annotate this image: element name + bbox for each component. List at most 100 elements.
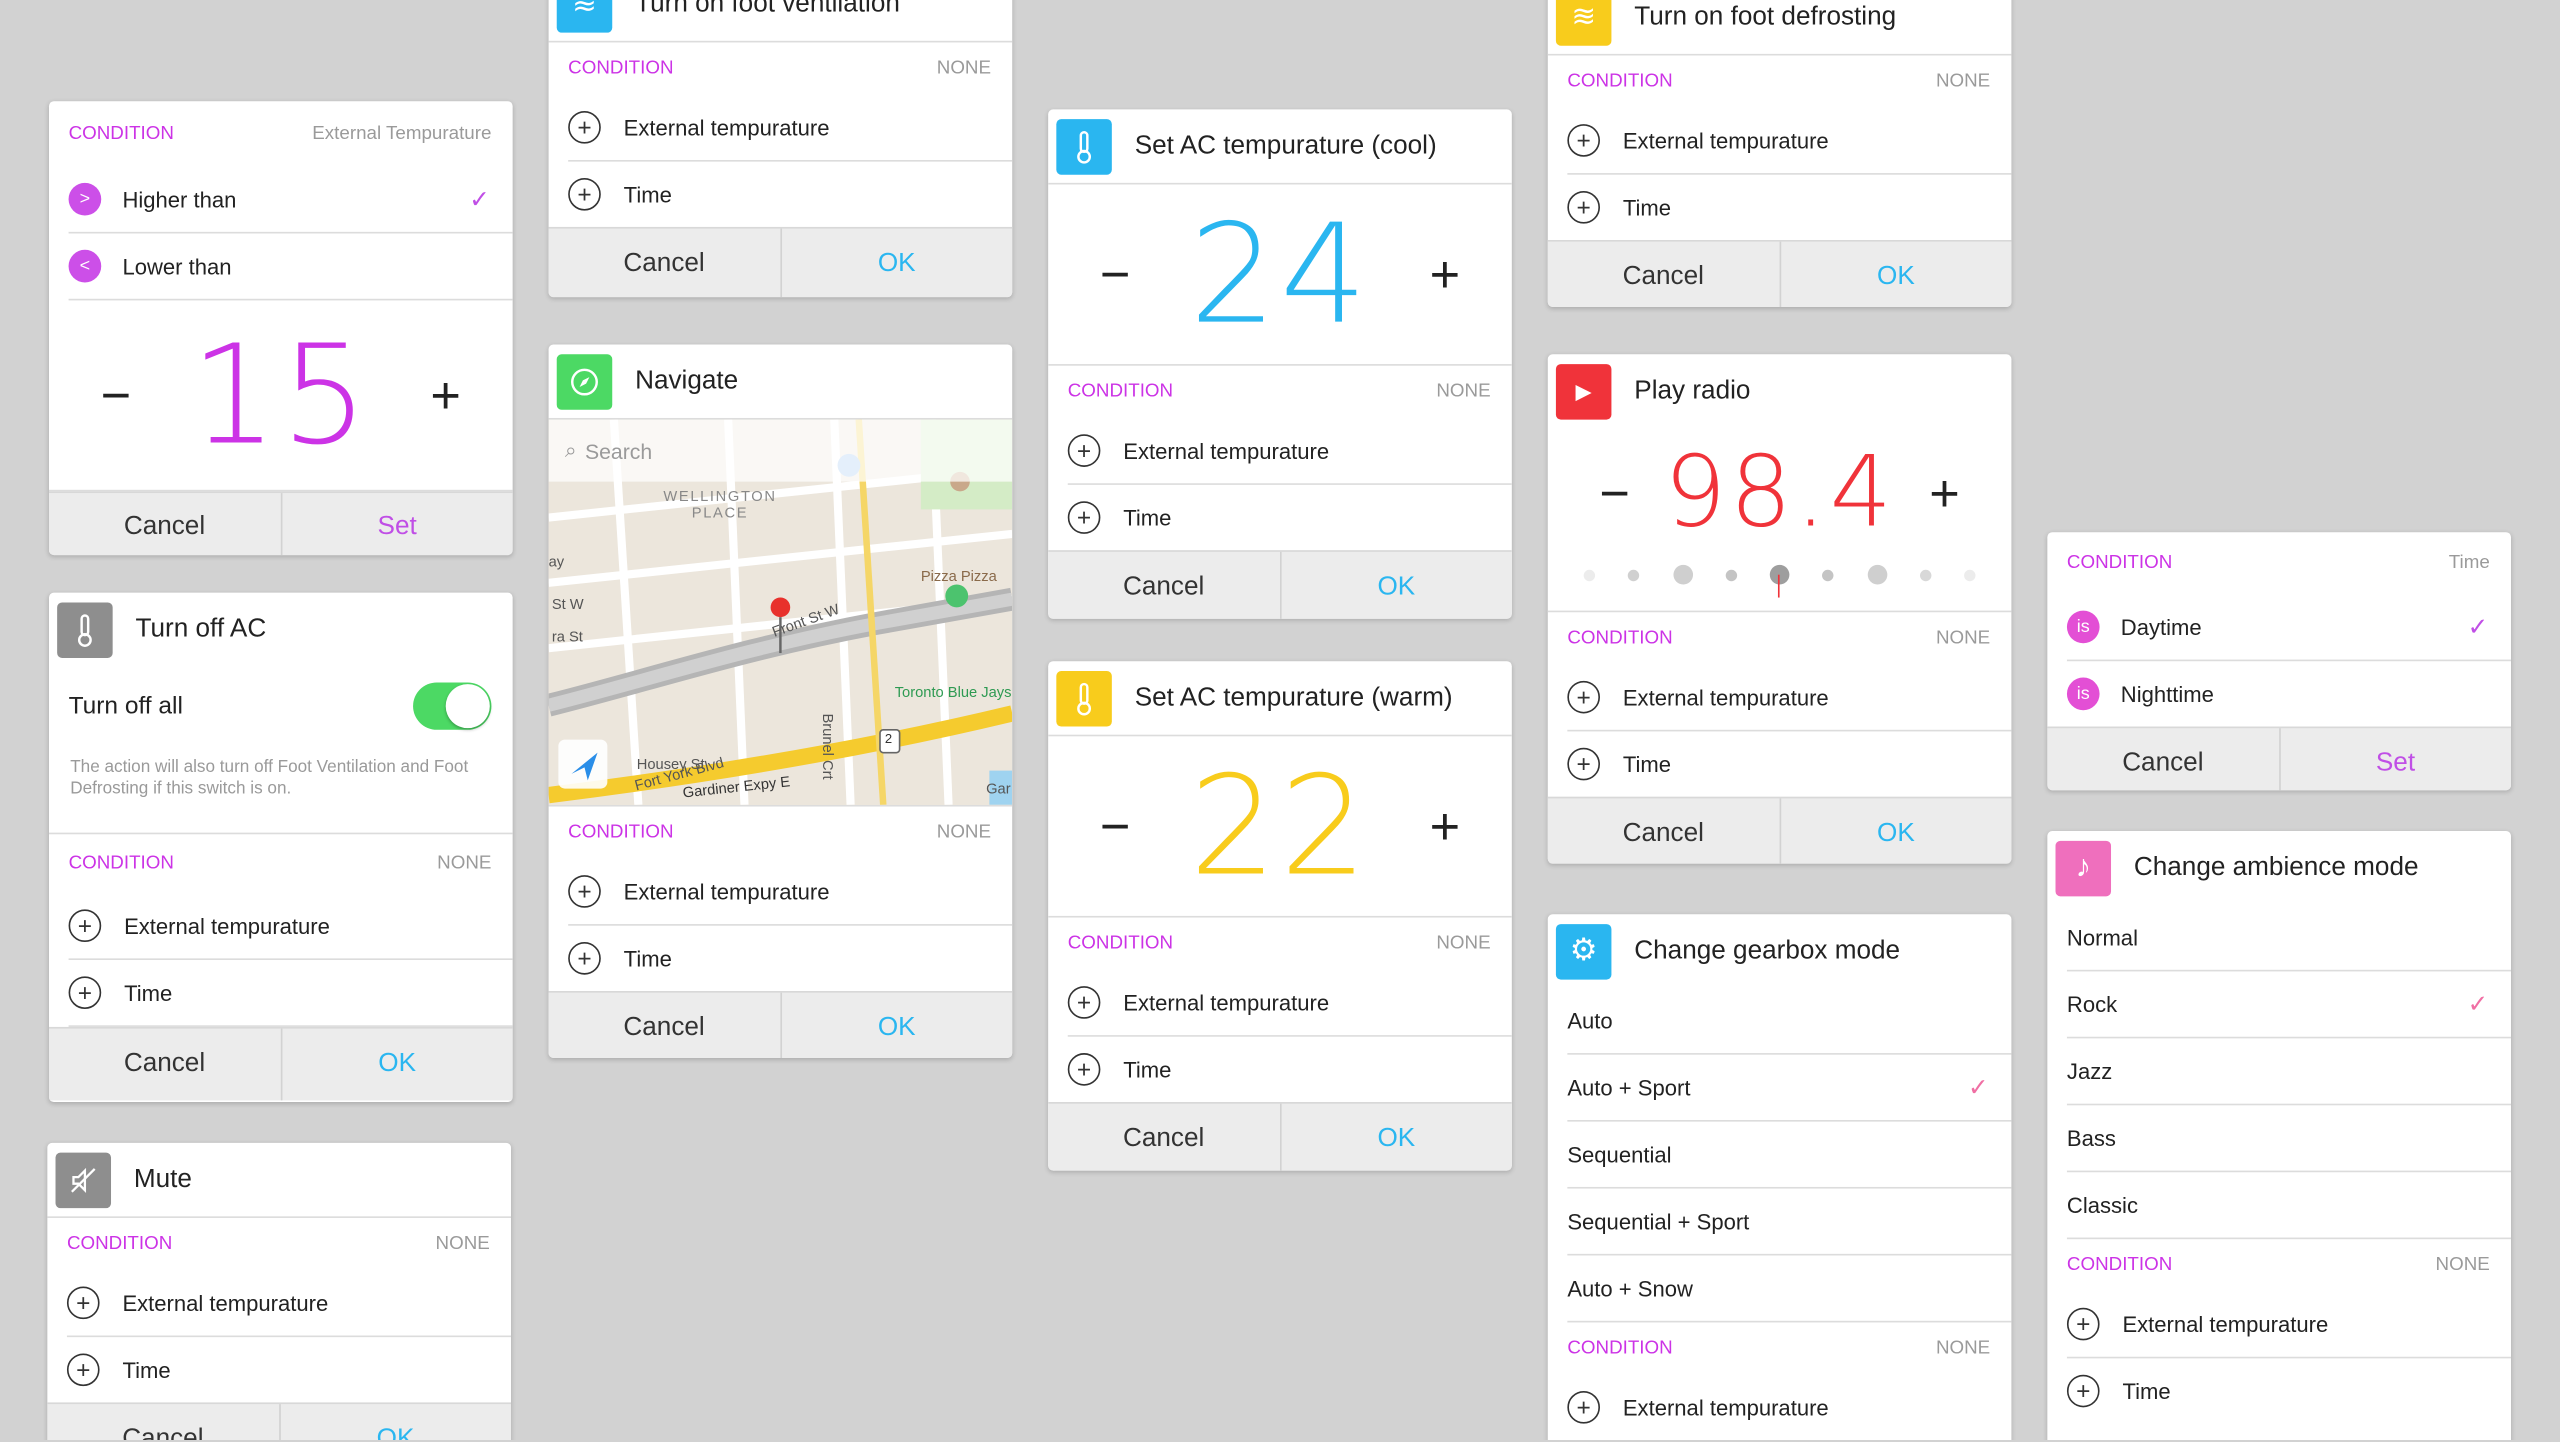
ac-cool-card: Set AC tempurature (cool) − 24 + CONDITI… — [1048, 109, 1512, 619]
cancel-button[interactable]: Cancel — [1048, 1104, 1279, 1171]
increase-button[interactable]: + — [1420, 796, 1469, 856]
frequency-display: 98.4 — [1664, 435, 1896, 551]
slider-dot — [1725, 568, 1737, 581]
value-display: 15 — [190, 315, 372, 476]
add-time[interactable]: + Time — [68, 960, 513, 1027]
ok-button[interactable]: OK — [279, 1028, 513, 1101]
ambience-option-classic[interactable]: Classic — [2066, 1172, 2512, 1240]
cancel-button[interactable]: Cancel — [549, 993, 780, 1058]
ok-button[interactable]: OK — [779, 992, 1013, 1058]
decrease-button[interactable]: − — [1091, 244, 1140, 304]
card-title: Turn on foot defrosting — [1634, 2, 1897, 31]
cancel-button[interactable]: Cancel — [1548, 798, 1779, 863]
cancel-button[interactable]: Cancel — [1548, 242, 1779, 307]
button-bar: Cancel OK — [1048, 550, 1512, 619]
increase-button[interactable]: + — [1420, 244, 1469, 304]
value-stepper: − 15 + — [48, 300, 513, 492]
add-time[interactable]: + Time — [1567, 731, 2011, 796]
row-label: External tempurature — [124, 913, 330, 938]
gearbox-option-auto[interactable]: Auto — [1567, 988, 2012, 1055]
mute-icon — [55, 1151, 112, 1208]
increase-button[interactable]: + — [1920, 463, 1969, 523]
add-external-temperature[interactable]: + External tempurature — [568, 859, 1013, 926]
condition-header: CONDITION NONE — [1548, 1322, 2012, 1374]
add-circle-icon: + — [1567, 680, 1600, 714]
ambience-option-bass[interactable]: Bass — [2066, 1105, 2512, 1173]
add-time[interactable]: + Time — [66, 1337, 511, 1402]
decrease-button[interactable]: − — [1091, 796, 1140, 856]
increase-button[interactable]: + — [421, 365, 470, 425]
add-circle-icon: + — [568, 111, 601, 144]
gearbox-option-sequential[interactable]: Sequential — [1567, 1122, 2012, 1189]
condition-value: NONE — [435, 1234, 490, 1254]
gear-icon: ⚙ — [1555, 923, 1612, 979]
map-search-bar[interactable]: ⌕ Search — [548, 419, 1013, 482]
cancel-button[interactable]: Cancel — [49, 1029, 280, 1101]
add-time[interactable]: + Time — [568, 162, 1012, 227]
add-circle-icon: + — [1567, 747, 1600, 781]
add-external-temperature[interactable]: + External tempurature — [68, 893, 513, 960]
option-higher-than[interactable]: > Higher than ✓ — [68, 167, 513, 234]
condition-value: NONE — [936, 58, 992, 79]
gearbox-option-auto-snow[interactable]: Auto + Snow — [1567, 1256, 2012, 1323]
add-external-temperature[interactable]: + External tempurature — [1567, 108, 2012, 175]
row-label: External tempurature — [122, 1290, 329, 1316]
map-label: Housey St — [636, 755, 705, 773]
ambience-option-rock[interactable]: Rock ✓ — [2066, 971, 2512, 1039]
gearbox-option-sequential-sport[interactable]: Sequential + Sport — [1567, 1189, 2012, 1256]
set-button[interactable]: Set — [279, 493, 513, 556]
add-external-temperature[interactable]: + External tempurature — [568, 95, 1013, 162]
option-daytime[interactable]: is Daytime ✓ — [2066, 594, 2512, 662]
ok-button[interactable]: OK — [1279, 1103, 1512, 1171]
decrease-button[interactable]: − — [1590, 463, 1639, 523]
add-external-temperature[interactable]: + External tempurature — [1067, 970, 1512, 1037]
switch-note: The action will also turn off Foot Venti… — [48, 744, 513, 835]
add-time[interactable]: + Time — [1067, 485, 1512, 550]
defrost-icon: ≋ — [1555, 0, 1612, 45]
cancel-button[interactable]: Cancel — [549, 229, 780, 298]
greater-than-icon: > — [68, 182, 102, 216]
map-label: St W — [551, 595, 584, 613]
ok-button[interactable]: OK — [1778, 798, 2012, 864]
condition-value: NONE — [1436, 933, 1491, 954]
option-lower-than[interactable]: < Lower than — [68, 233, 513, 301]
set-button[interactable]: Set — [2278, 728, 2511, 791]
ok-button[interactable]: OK — [278, 1404, 511, 1440]
add-external-temperature[interactable]: + External tempurature — [1567, 664, 2012, 732]
ambience-option-jazz[interactable]: Jazz — [2066, 1038, 2512, 1106]
cancel-button[interactable]: Cancel — [47, 1404, 278, 1440]
foot-defrosting-card: ≋ Turn on foot defrosting CONDITION NONE… — [1547, 0, 2012, 307]
ok-button[interactable]: OK — [779, 228, 1013, 298]
map-view[interactable]: ⌕ Search WELLINGTON PLACE Front St W Piz… — [548, 419, 1013, 807]
cancel-button[interactable]: Cancel — [2047, 728, 2278, 790]
cancel-button[interactable]: Cancel — [1048, 552, 1279, 619]
condition-label: CONDITION — [68, 124, 174, 144]
card-header: ▶ Play radio — [1548, 354, 2012, 427]
cancel-button[interactable]: Cancel — [49, 493, 280, 555]
add-external-temperature[interactable]: + External tempurature — [2066, 1291, 2512, 1359]
checkmark-icon: ✓ — [469, 186, 490, 214]
add-time[interactable]: + Time — [1567, 175, 2011, 240]
frequency-slider[interactable] — [1548, 558, 2012, 598]
gearbox-option-auto-sport[interactable]: Auto + Sport ✓ — [1567, 1055, 2012, 1122]
add-time[interactable]: + Time — [2066, 1358, 2511, 1423]
option-nighttime[interactable]: is Nighttime — [2066, 661, 2511, 726]
row-label: External tempurature — [2122, 1311, 2329, 1337]
turn-off-all-toggle[interactable] — [413, 681, 492, 729]
decrease-button[interactable]: − — [91, 365, 140, 425]
add-external-temperature[interactable]: + External tempurature — [1567, 1375, 2011, 1440]
ok-button[interactable]: OK — [1279, 551, 1512, 619]
checkmark-icon: ✓ — [1968, 1074, 1989, 1103]
add-circle-icon: + — [2066, 1374, 2100, 1408]
add-circle-icon: + — [1067, 501, 1101, 534]
add-external-temperature[interactable]: + External tempurature — [66, 1270, 512, 1338]
condition-value: NONE — [936, 822, 992, 843]
row-label: External tempurature — [623, 879, 830, 904]
is-badge-icon: is — [2066, 677, 2100, 711]
add-external-temperature[interactable]: + External tempurature — [1067, 418, 1512, 485]
condition-label: CONDITION — [1567, 628, 1673, 649]
ok-button[interactable]: OK — [1778, 241, 2012, 307]
add-time[interactable]: + Time — [1067, 1037, 1512, 1102]
ambience-option-normal[interactable]: Normal — [2066, 904, 2512, 972]
add-time[interactable]: + Time — [568, 926, 1012, 991]
